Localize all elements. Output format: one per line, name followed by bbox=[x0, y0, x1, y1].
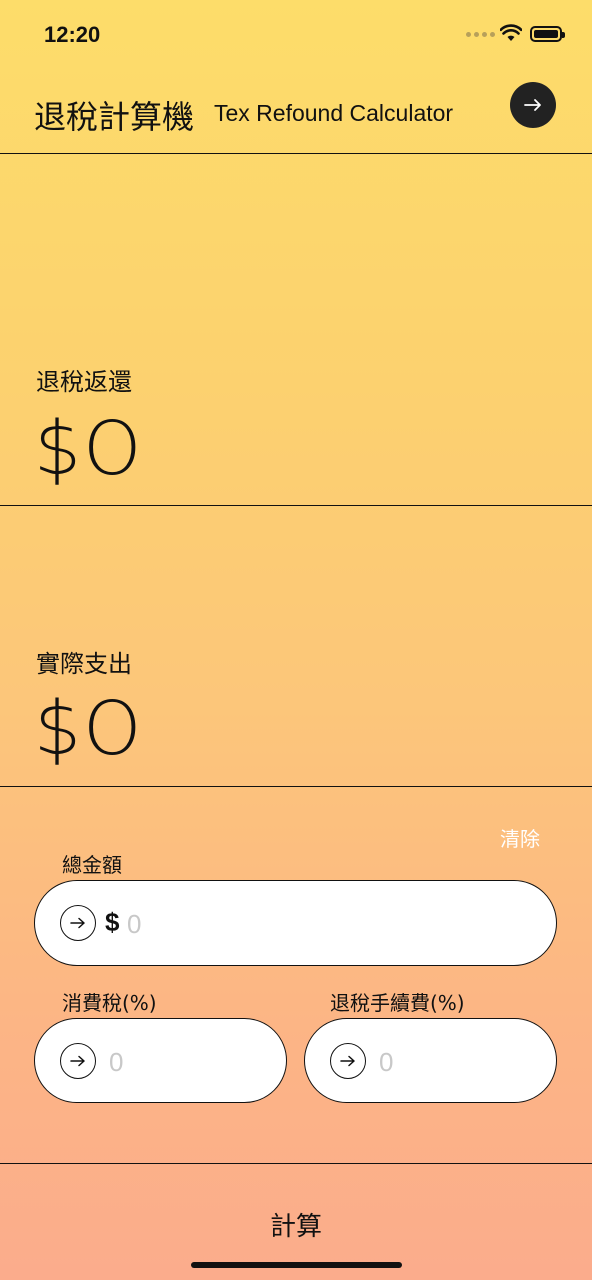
actual-expense-value: $O bbox=[34, 686, 144, 772]
clear-button[interactable]: 清除 bbox=[500, 823, 540, 852]
refund-fee-input[interactable] bbox=[377, 1041, 531, 1083]
refund-section: 退稅返還 $O bbox=[0, 154, 592, 506]
status-time: 12:20 bbox=[44, 22, 101, 47]
refund-label: 退稅返還 bbox=[36, 368, 132, 396]
total-amount-input[interactable] bbox=[125, 903, 529, 945]
currency-symbol: $ bbox=[105, 907, 120, 937]
actual-expense-label: 實際支出 bbox=[36, 650, 132, 678]
actual-expense-section: 實際支出 $O bbox=[0, 506, 592, 787]
total-amount-field[interactable]: $ bbox=[34, 880, 557, 966]
total-amount-label: 總金額 bbox=[62, 853, 122, 877]
consumption-tax-field[interactable] bbox=[34, 1018, 287, 1103]
refund-value: $O bbox=[34, 406, 144, 492]
calculate-label: 計算 bbox=[269, 1212, 322, 1242]
signal-icon bbox=[466, 32, 495, 37]
arrow-right-circle-icon bbox=[60, 1043, 96, 1079]
consumption-tax-input[interactable] bbox=[107, 1041, 261, 1083]
refund-fee-label: 退稅手續費(%) bbox=[330, 991, 465, 1015]
page-title: 退稅計算機 bbox=[34, 98, 195, 136]
next-button[interactable] bbox=[510, 82, 556, 128]
consumption-tax-label: 消費稅(%) bbox=[62, 991, 157, 1015]
battery-icon bbox=[530, 26, 565, 42]
app-header: 退稅計算機 Tex Refound Calculator bbox=[0, 70, 592, 154]
refund-fee-field[interactable] bbox=[304, 1018, 557, 1103]
arrow-right-icon bbox=[524, 99, 541, 111]
arrow-right-circle-icon bbox=[330, 1043, 366, 1079]
arrow-right-circle-icon bbox=[60, 905, 96, 941]
home-indicator bbox=[191, 1262, 402, 1268]
status-bar: 12:20 bbox=[0, 0, 592, 70]
input-form: 清除 總金額 $ 消費稅(%) 退稅手續費(%) bbox=[0, 787, 592, 1164]
wifi-icon bbox=[499, 24, 523, 46]
page-subtitle: Tex Refound Calculator bbox=[214, 100, 454, 126]
